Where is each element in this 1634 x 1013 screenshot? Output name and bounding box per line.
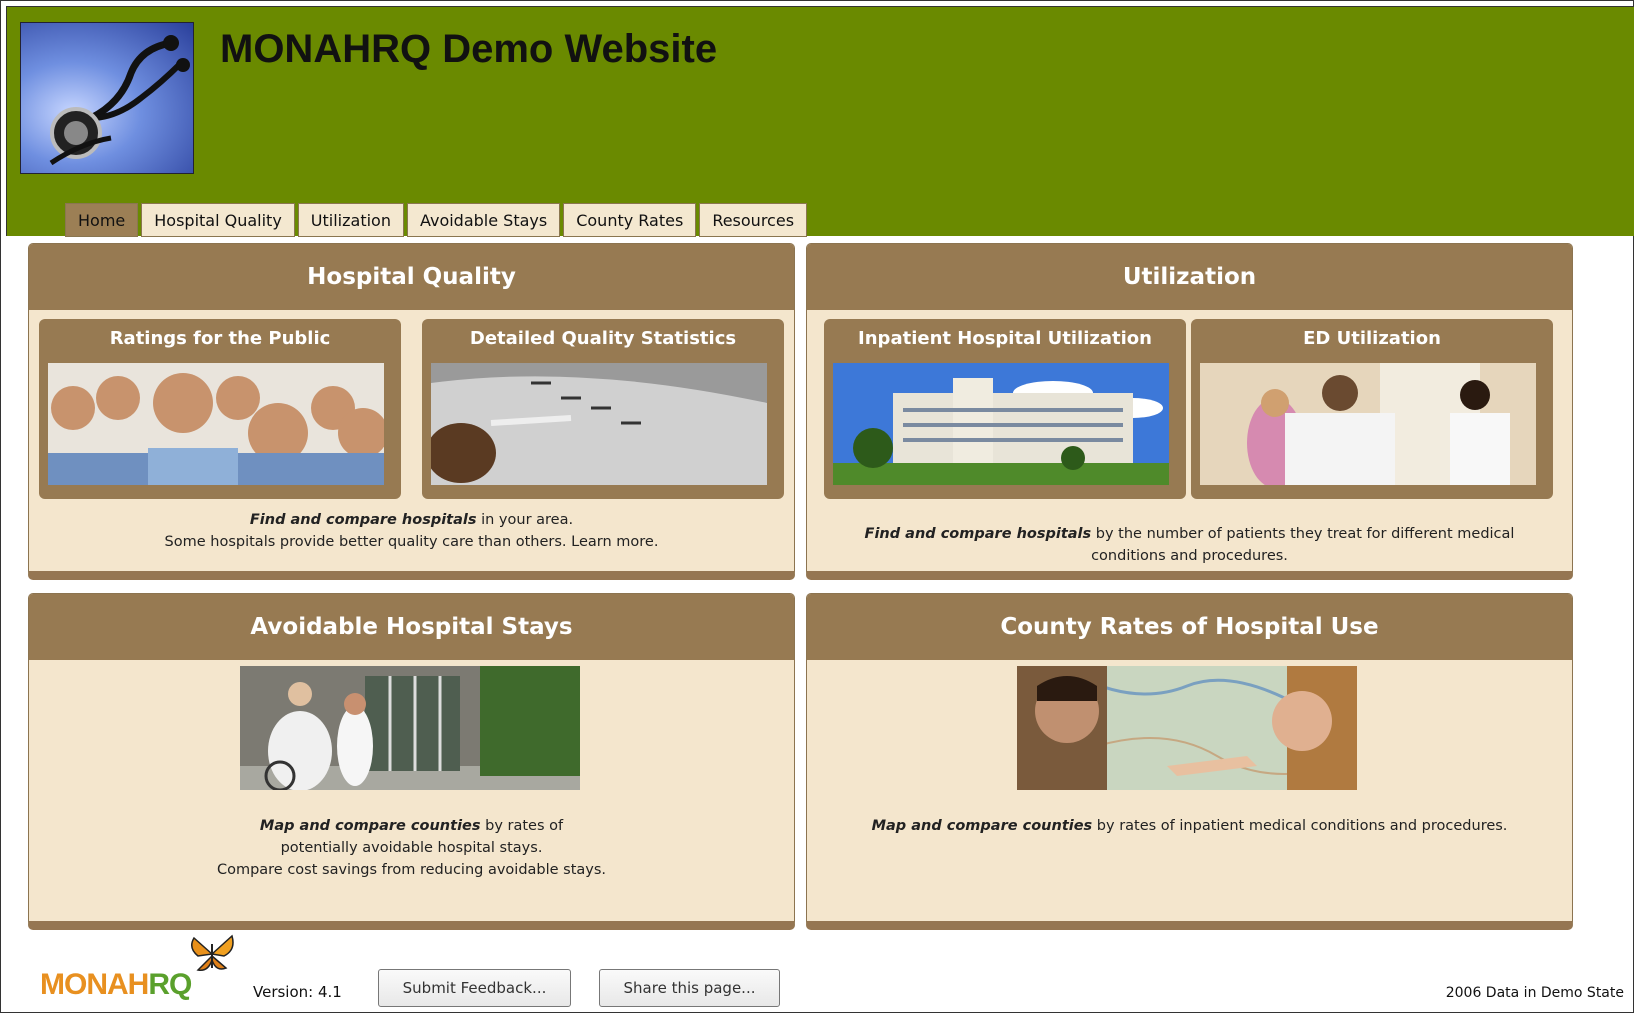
avoidable-desc-line2: potentially avoidable hospital stays.	[280, 840, 543, 856]
county-desc-line1: by rates of inpatient medical conditions…	[1092, 818, 1508, 834]
ratings-for-public-card[interactable]: Ratings for the Public	[39, 319, 401, 499]
avoidable-stays-description: Map and compare counties by rates of pot…	[29, 815, 794, 881]
logo-text-part-b: RQ	[148, 968, 192, 1001]
utilization-desc-line1: by the number of patients they treat for…	[1091, 526, 1515, 542]
map-viewers-image[interactable]	[1017, 666, 1357, 790]
hospital-quality-title[interactable]: Hospital Quality	[29, 244, 794, 310]
logo-text-part-a: MONAH	[40, 968, 149, 1001]
hospital-quality-desc-line2: Some hospitals provide better quality ca…	[164, 534, 659, 550]
avoidable-stays-title[interactable]: Avoidable Hospital Stays	[29, 594, 794, 660]
utilization-description: Find and compare hospitals by the number…	[807, 523, 1572, 567]
hospital-quality-description: Find and compare hospitals in your area.…	[29, 509, 794, 553]
ed-utilization-title[interactable]: ED Utilization	[1191, 319, 1553, 357]
county-desc-emphasis[interactable]: Map and compare counties	[872, 818, 1093, 834]
nav-tab-home[interactable]: Home	[65, 203, 139, 237]
nav-tab-utilization[interactable]: Utilization	[297, 203, 404, 237]
ed-utilization-card[interactable]: ED Utilization	[1191, 319, 1553, 499]
ratings-for-public-title[interactable]: Ratings for the Public	[39, 319, 401, 357]
county-rates-description: Map and compare counties by rates of inp…	[807, 815, 1572, 837]
nav-tab-avoidable-stays[interactable]: Avoidable Stays	[406, 203, 561, 237]
avoidable-desc-line3: Compare cost savings from reducing avoid…	[216, 862, 607, 878]
county-rates-title[interactable]: County Rates of Hospital Use	[807, 594, 1572, 660]
version-label: Version: 4.1	[253, 983, 342, 1001]
main-nav: Home Hospital Quality Utilization Avoida…	[65, 203, 810, 237]
avoidable-desc-line1: by rates of	[480, 818, 564, 834]
hospital-quality-desc-line1: in your area.	[476, 512, 574, 528]
wheelchair-patient-image[interactable]	[240, 666, 580, 790]
hospital-building-image[interactable]	[833, 363, 1169, 485]
nav-tab-hospital-quality[interactable]: Hospital Quality	[141, 203, 295, 237]
emergency-department-image[interactable]	[1200, 363, 1536, 485]
utilization-panel: Utilization Inpatient Hospital Utilizati…	[806, 243, 1573, 580]
monahrq-logo: MONAHRQ	[40, 968, 192, 1002]
county-rates-panel: County Rates of Hospital Use Map and com…	[806, 593, 1573, 930]
nav-tab-county-rates[interactable]: County Rates	[563, 203, 697, 237]
people-group-image[interactable]	[48, 363, 384, 485]
hospital-quality-desc-emphasis[interactable]: Find and compare hospitals	[250, 512, 477, 528]
avoidable-desc-emphasis[interactable]: Map and compare counties	[260, 818, 481, 834]
share-page-button[interactable]: Share this page...	[599, 969, 780, 1007]
utilization-desc-line2: conditions and procedures.	[1091, 548, 1288, 564]
data-note: 2006 Data in Demo State	[1445, 985, 1624, 1001]
submit-feedback-button[interactable]: Submit Feedback...	[378, 969, 571, 1007]
avoidable-stays-panel: Avoidable Hospital Stays Map and compare…	[28, 593, 795, 930]
nav-tab-resources[interactable]: Resources	[699, 203, 808, 237]
detailed-quality-statistics-title[interactable]: Detailed Quality Statistics	[422, 319, 784, 357]
stethoscope-logo-image	[20, 22, 194, 174]
inpatient-utilization-card[interactable]: Inpatient Hospital Utilization	[824, 319, 1186, 499]
hospital-quality-panel: Hospital Quality Ratings for the Public …	[28, 243, 795, 580]
inpatient-utilization-title[interactable]: Inpatient Hospital Utilization	[824, 319, 1186, 357]
statistics-chart-image[interactable]	[431, 363, 767, 485]
utilization-title[interactable]: Utilization	[807, 244, 1572, 310]
site-header: MONAHRQ Demo Website Home Hospital Quali…	[6, 6, 1634, 237]
butterfly-icon	[191, 934, 234, 972]
site-title: MONAHRQ Demo Website	[220, 27, 718, 71]
detailed-quality-statistics-card[interactable]: Detailed Quality Statistics	[422, 319, 784, 499]
utilization-desc-emphasis[interactable]: Find and compare hospitals	[865, 526, 1092, 542]
